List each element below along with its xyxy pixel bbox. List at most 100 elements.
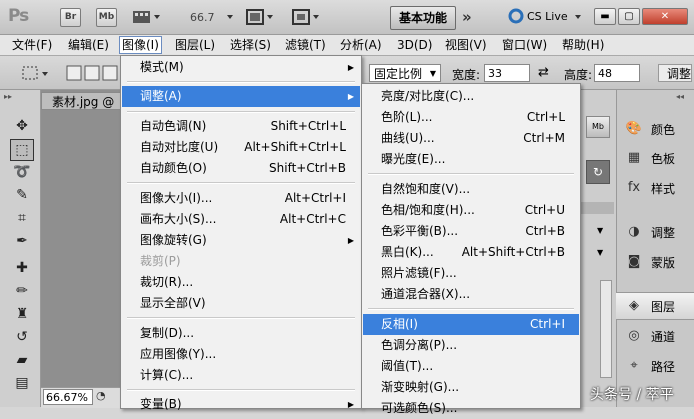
menu-item-channel-mixer[interactable]: 通道混合器(X)...: [363, 284, 579, 305]
history-brush-tool-icon[interactable]: ↺: [11, 327, 33, 347]
menu-item-auto-contrast[interactable]: 自动对比度(U) Alt+Shift+Ctrl+L: [122, 137, 360, 158]
menu-view[interactable]: 视图(V): [443, 37, 489, 53]
menu-item-image-rotation[interactable]: 图像旋转(G) ▶: [122, 230, 360, 251]
panel-collapse-icon[interactable]: ▸▸: [4, 92, 12, 101]
menu-edit[interactable]: 编辑(E): [66, 37, 111, 53]
bridge-button[interactable]: Br: [60, 8, 81, 27]
menu-separator: [127, 317, 355, 319]
dock-item-channels[interactable]: ◎ 通道: [616, 323, 694, 349]
menu-item-color-balance[interactable]: 色彩平衡(B)... Ctrl+B: [363, 221, 579, 242]
mini-bridge-button[interactable]: Mb: [96, 8, 117, 27]
crop-tool-icon[interactable]: ⌗: [11, 208, 33, 228]
menu-item-hue-saturation[interactable]: 色相/饱和度(H)... Ctrl+U: [363, 200, 579, 221]
menu-item-vibrance[interactable]: 自然饱和度(V)...: [363, 179, 579, 200]
refine-edge-button[interactable]: 调整: [658, 64, 692, 82]
menu-item-reveal-all[interactable]: 显示全部(V): [122, 293, 360, 314]
menu-select[interactable]: 选择(S): [228, 37, 273, 53]
menu-separator: [127, 111, 355, 113]
menu-item-black-white[interactable]: 黑白(K)... Alt+Shift+Ctrl+B: [363, 242, 579, 263]
style-select[interactable]: 固定比例 ▼: [369, 64, 441, 82]
menu-item-invert[interactable]: 反相(I) Ctrl+I: [363, 314, 579, 335]
menu-help[interactable]: 帮助(H): [560, 37, 606, 53]
menu-item-threshold[interactable]: 阈值(T)...: [363, 356, 579, 377]
gradient-tool-icon[interactable]: ▤: [11, 373, 33, 393]
minimize-button[interactable]: ▬: [594, 8, 616, 25]
menu-layer[interactable]: 图层(L): [173, 37, 217, 53]
dock-item-color[interactable]: 🎨 颜色: [616, 116, 694, 142]
menu-item-adjustments[interactable]: 调整(A) ▶: [122, 86, 360, 107]
menu-item-image-size[interactable]: 图像大小(I)... Alt+Ctrl+I: [122, 188, 360, 209]
workspace-essentials-button[interactable]: 基本功能: [390, 6, 456, 30]
lasso-tool-icon[interactable]: ➰: [11, 162, 33, 182]
rectangular-marquee-tool-icon[interactable]: ⬚: [10, 139, 34, 161]
dock-item-styles[interactable]: fx 样式: [616, 175, 694, 201]
zoom-status-field[interactable]: 66.67%: [43, 389, 93, 405]
menu-analysis[interactable]: 分析(A): [338, 37, 384, 53]
document-tab[interactable]: 素材.jpg @: [41, 92, 121, 110]
close-button[interactable]: ✕: [642, 8, 688, 25]
eraser-tool-icon[interactable]: ▰: [11, 350, 33, 370]
restore-button[interactable]: ▢: [618, 8, 640, 25]
status-info-icon[interactable]: ◔: [96, 389, 106, 402]
dock-item-swatches[interactable]: ▦ 色板: [616, 145, 694, 171]
submenu-arrow-icon: ▶: [347, 92, 354, 101]
palette-icon: 🎨: [625, 121, 643, 136]
menu-item-auto-color[interactable]: 自动颜色(O) Shift+Ctrl+B: [122, 158, 360, 179]
film-view-icon[interactable]: [132, 9, 162, 28]
cs-live-button[interactable]: CS Live: [527, 10, 568, 23]
menu-file[interactable]: 文件(F): [10, 37, 54, 53]
menu-item-duplicate[interactable]: 复制(D)...: [122, 323, 360, 344]
eyedropper-tool-icon[interactable]: ✒: [11, 231, 33, 251]
scroll-down-icon-2[interactable]: ▼: [597, 248, 603, 257]
menu-item-gradient-map[interactable]: 渐变映射(G)...: [363, 377, 579, 398]
marquee-tool-preset-icon[interactable]: [22, 64, 52, 85]
menu-bar: 文件(F) 编辑(E) 图像(I) 图层(L) 选择(S) 滤镜(T) 分析(A…: [0, 35, 694, 56]
swap-dimensions-icon[interactable]: ⇄: [538, 65, 549, 80]
menu-item-apply-image[interactable]: 应用图像(Y)...: [122, 344, 360, 365]
menu-item-posterize[interactable]: 色调分离(P)...: [363, 335, 579, 356]
panel-scrollbar[interactable]: [600, 280, 612, 378]
mini-bridge-panel-icon[interactable]: Mb: [586, 116, 610, 138]
screen-mode-icon[interactable]: [292, 9, 322, 28]
menu-window[interactable]: 窗口(W): [500, 37, 549, 53]
menu-3d[interactable]: 3D(D): [395, 37, 434, 53]
height-field[interactable]: 48: [594, 64, 640, 82]
arrange-documents-icon[interactable]: [246, 9, 276, 28]
cs-live-dropdown-icon[interactable]: [575, 9, 583, 28]
dock-item-adjustments[interactable]: ◑ 调整: [616, 219, 694, 245]
menu-item-label: 复制(D)...: [140, 326, 195, 340]
menu-item-auto-tone[interactable]: 自动色调(N) Shift+Ctrl+L: [122, 116, 360, 137]
quick-selection-tool-icon[interactable]: ✎: [11, 185, 33, 205]
menu-item-brightness-contrast[interactable]: 亮度/对比度(C)...: [363, 86, 579, 107]
menu-item-calculations[interactable]: 计算(C)...: [122, 365, 360, 386]
scroll-down-icon[interactable]: ▼: [597, 226, 603, 235]
history-panel-icon[interactable]: ↻: [586, 160, 610, 184]
panel-header: [578, 202, 614, 214]
menu-item-canvas-size[interactable]: 画布大小(S)... Alt+Ctrl+C: [122, 209, 360, 230]
menu-image[interactable]: 图像(I): [119, 36, 162, 54]
dock-collapse-icon[interactable]: ◂◂: [676, 92, 684, 101]
workspace-more-icon[interactable]: »: [462, 8, 472, 26]
menu-item-exposure[interactable]: 曝光度(E)...: [363, 149, 579, 170]
watermark: 头条号 / 萃平: [590, 387, 674, 403]
healing-brush-tool-icon[interactable]: ✚: [11, 258, 33, 278]
zoom-dropdown-icon[interactable]: [227, 9, 235, 28]
dock-item-paths[interactable]: ⌖ 路径: [616, 353, 694, 379]
menu-item-photo-filter[interactable]: 照片滤镜(F)...: [363, 263, 579, 284]
dock-item-masks[interactable]: ◙ 蒙版: [616, 249, 694, 275]
menu-item-levels[interactable]: 色阶(L)... Ctrl+L: [363, 107, 579, 128]
selection-mode-icons[interactable]: [66, 64, 118, 85]
menu-filter[interactable]: 滤镜(T): [283, 37, 328, 53]
zoom-level[interactable]: 66.7: [190, 11, 215, 24]
dock-item-layers[interactable]: ◈ 图层: [616, 292, 694, 320]
menu-item-variables[interactable]: 变量(B) ▶: [122, 394, 360, 415]
menu-item-mode[interactable]: 模式(M) ▶: [122, 57, 360, 78]
menu-item-selective-color[interactable]: 可选颜色(S)...: [363, 398, 579, 419]
menu-item-curves[interactable]: 曲线(U)... Ctrl+M: [363, 128, 579, 149]
menu-item-label: 自动色调(N): [140, 119, 207, 133]
move-tool-icon[interactable]: ✥: [11, 116, 33, 136]
menu-item-trim[interactable]: 裁切(R)...: [122, 272, 360, 293]
clone-stamp-tool-icon[interactable]: ♜: [11, 304, 33, 324]
brush-tool-icon[interactable]: ✏: [11, 281, 33, 301]
width-field[interactable]: 33: [484, 64, 530, 82]
